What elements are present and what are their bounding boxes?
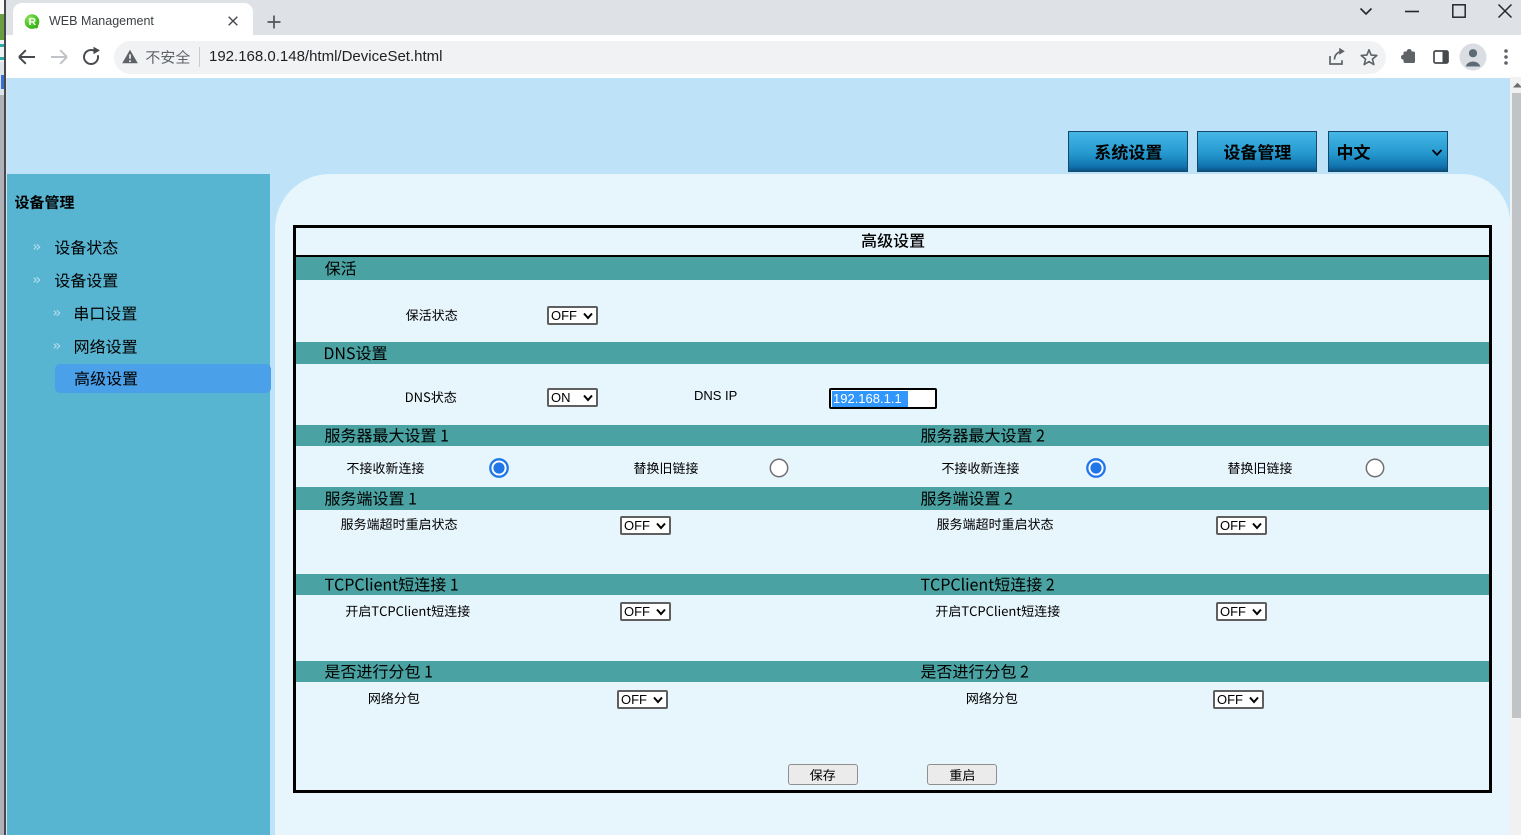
svg-text:R: R (29, 16, 37, 28)
